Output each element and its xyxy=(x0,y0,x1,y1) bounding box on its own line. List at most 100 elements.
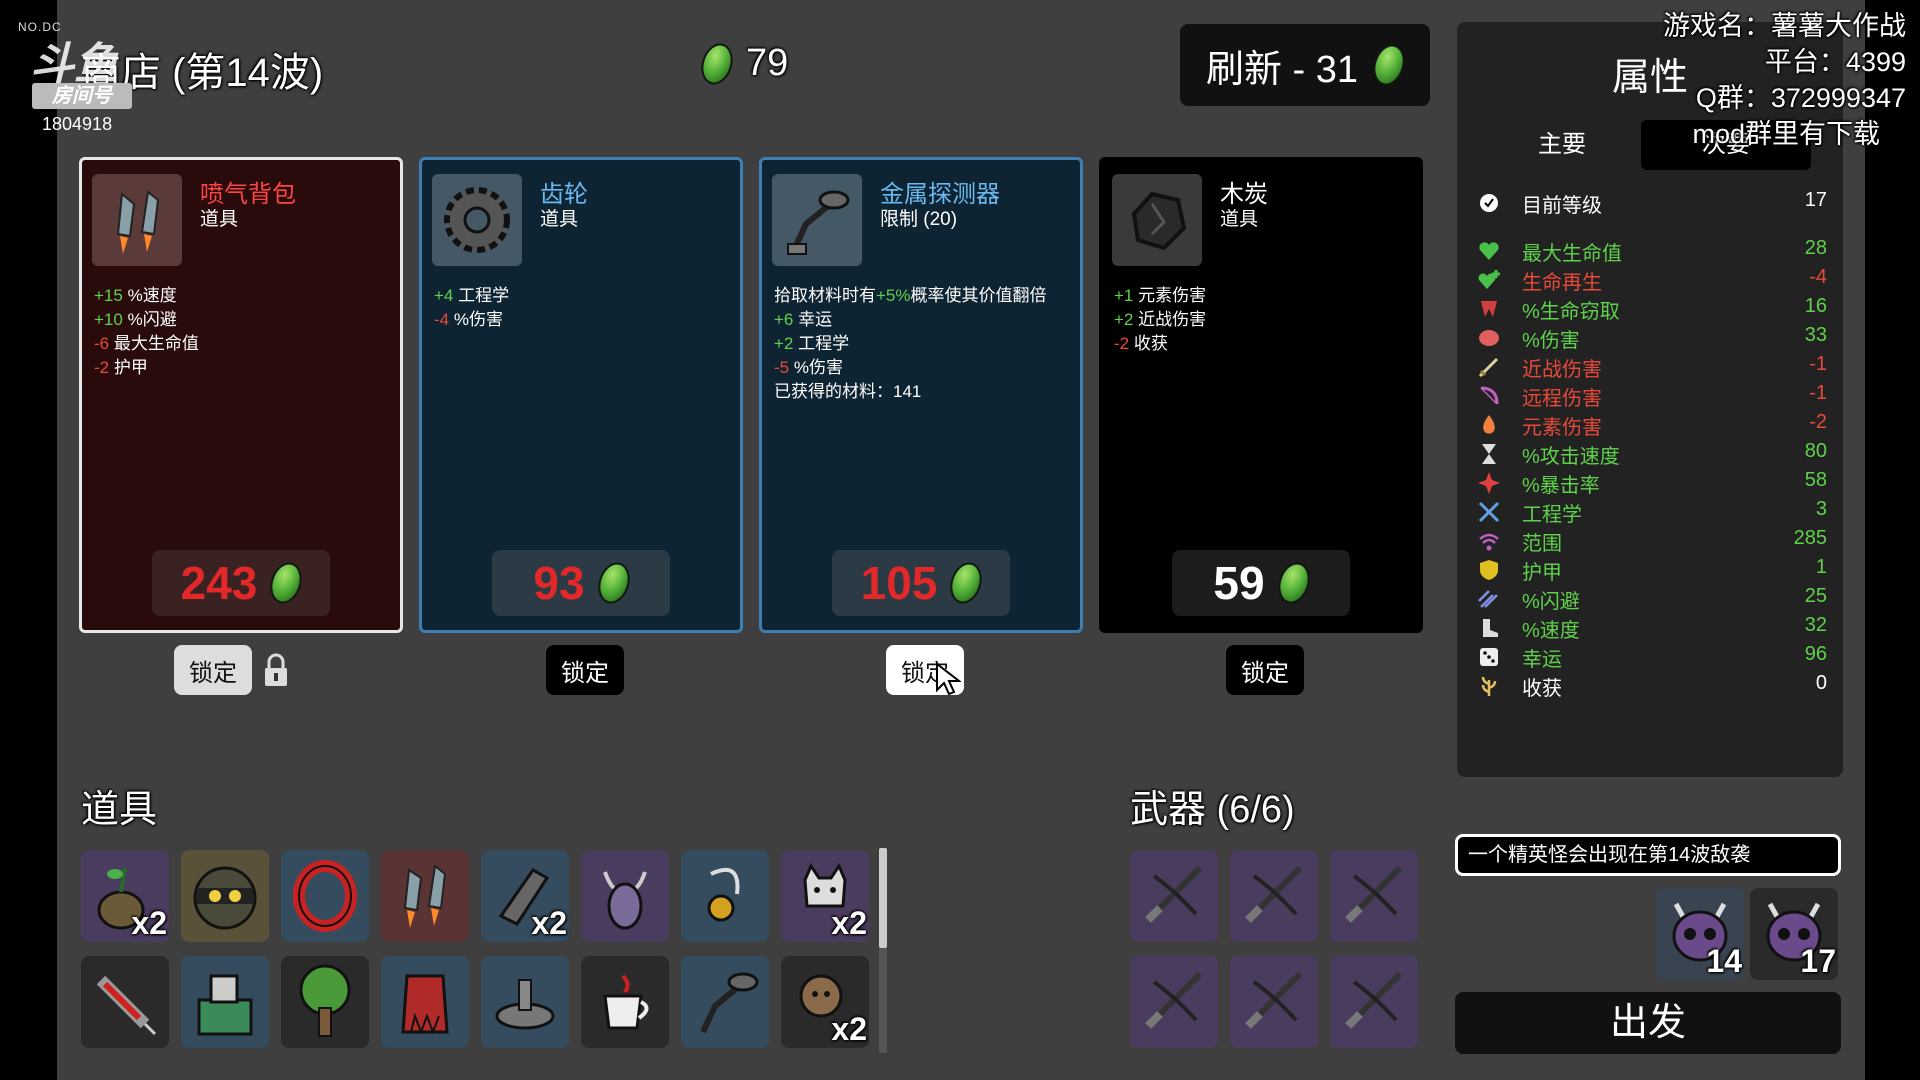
item-slot[interactable] xyxy=(581,850,669,942)
mouse-cursor-icon xyxy=(935,661,962,696)
crossbow-icon xyxy=(1245,971,1303,1029)
crit-icon xyxy=(1478,472,1500,494)
weapon-slot[interactable] xyxy=(1330,850,1418,942)
dodge-icon xyxy=(1478,590,1498,608)
stat-row-level: 目前等级 17 xyxy=(1477,189,1827,217)
tree-icon xyxy=(299,964,351,1037)
elite-wave-number: 17 xyxy=(1800,943,1836,979)
lock-button-1[interactable]: 锁定 xyxy=(174,645,252,695)
item-price: 243 xyxy=(180,557,258,609)
stat-line: +1 元素伤害 xyxy=(1114,286,1207,305)
hourglass-icon xyxy=(1482,444,1496,464)
weapon-slot[interactable] xyxy=(1230,850,1318,942)
items-scrollbar-track[interactable] xyxy=(879,948,887,1053)
stat-row: %攻击速度 80 xyxy=(1477,440,1827,468)
crossbow-icon xyxy=(1245,865,1303,923)
boot-icon xyxy=(1483,619,1498,637)
stat-row: 元素伤害 -2 xyxy=(1477,411,1827,439)
material-icon xyxy=(265,558,308,608)
stat-line: +4 工程学 xyxy=(434,286,510,305)
crossbow-icon xyxy=(1145,865,1203,923)
item-quantity: x2 xyxy=(831,905,867,941)
wheat-icon xyxy=(1481,676,1497,696)
weapons-section-title: 武器 (6/6) xyxy=(1130,789,1295,831)
metal-detector-icon xyxy=(772,174,862,266)
stat-line: +2 工程学 xyxy=(774,334,850,353)
room-number: 1804918 xyxy=(42,114,113,134)
stat-line: +2 近战伤害 xyxy=(1114,310,1207,329)
item-slot[interactable] xyxy=(681,956,769,1048)
material-icon xyxy=(1272,558,1315,608)
item-slot[interactable] xyxy=(281,956,369,1048)
reroll-button[interactable]: 刷新 - 31 xyxy=(1180,24,1430,106)
ninja-head-icon xyxy=(193,866,257,930)
lock-button-4[interactable]: 锁定 xyxy=(1226,645,1304,695)
stat-line: -2 收获 xyxy=(1114,334,1168,353)
item-slot[interactable] xyxy=(381,850,469,942)
stat-line: -4 %伤害 xyxy=(434,310,503,329)
shop-card-4[interactable]: 木炭 道具 +1 元素伤害 +2 近战伤害 -2 收获 59 xyxy=(1099,157,1423,633)
bow-icon xyxy=(1480,386,1499,405)
item-type: 道具 xyxy=(540,209,579,230)
game-name-text: 游戏名：薯薯大作战 xyxy=(1663,11,1906,41)
item-quantity: x2 xyxy=(131,905,167,941)
crossbow-icon xyxy=(1145,971,1203,1029)
horned-beast-icon xyxy=(603,871,647,930)
stat-line: +10 %闪避 xyxy=(94,310,177,329)
shop-card-3[interactable]: 金属探测器 限制 (20) 拾取材料时有+5%概率使其价值翻倍 +6 幸运 +2… xyxy=(759,157,1083,633)
item-slot[interactable]: x2 xyxy=(781,956,869,1048)
go-button[interactable]: 出发 xyxy=(1455,992,1841,1054)
item-slot[interactable] xyxy=(581,956,669,1048)
item-slot[interactable] xyxy=(481,956,569,1048)
muscle-icon xyxy=(1479,330,1499,346)
stat-row: 范围 285 xyxy=(1477,527,1827,555)
item-slot[interactable] xyxy=(81,956,169,1048)
price-tag: 93 xyxy=(492,550,670,616)
stat-row: %伤害 33 xyxy=(1477,324,1827,352)
item-slot[interactable]: x2 xyxy=(481,850,569,942)
weapon-slot[interactable] xyxy=(1130,850,1218,942)
stat-row: 幸运 96 xyxy=(1477,643,1827,671)
lock-icon xyxy=(263,652,289,688)
material-icon xyxy=(592,558,635,608)
weapon-slot[interactable] xyxy=(1230,956,1318,1048)
items-scrollbar[interactable] xyxy=(879,848,887,948)
items-section-title: 道具 xyxy=(81,789,158,831)
item-quantity: x2 xyxy=(831,1011,867,1047)
item-price: 59 xyxy=(1213,557,1265,609)
item-slot[interactable] xyxy=(181,850,269,942)
weapon-slot[interactable] xyxy=(1130,956,1218,1048)
crossbow-icon xyxy=(1345,865,1403,923)
sword-icon xyxy=(1478,357,1499,378)
material-icon xyxy=(945,558,988,608)
price-tag: 105 xyxy=(832,550,1010,616)
stat-line: +6 幸运 xyxy=(774,310,833,329)
stat-row: %生命窃取 16 xyxy=(1477,295,1827,323)
item-slot[interactable] xyxy=(381,956,469,1048)
stat-row: 近战伤害 -1 xyxy=(1477,353,1827,381)
item-price: 93 xyxy=(533,557,585,609)
item-stats: +1 元素伤害 +2 近战伤害 -2 收获 xyxy=(1114,284,1206,356)
item-slot[interactable]: x2 xyxy=(81,850,169,942)
material-icon xyxy=(696,38,738,89)
tab-primary[interactable]: 主要 xyxy=(1477,120,1647,170)
item-slot[interactable] xyxy=(681,850,769,942)
flame-icon xyxy=(1483,415,1495,434)
fang-icon xyxy=(1481,301,1497,317)
item-price: 105 xyxy=(860,557,938,609)
shop-card-2[interactable]: 齿轮 道具 +4 工程学 -4 %伤害 93 xyxy=(419,157,743,633)
price-tag: 59 xyxy=(1172,550,1350,616)
item-slot[interactable] xyxy=(181,956,269,1048)
red-ring-icon xyxy=(293,860,357,932)
lock-button-2[interactable]: 锁定 xyxy=(546,645,624,695)
item-slot[interactable]: x2 xyxy=(781,850,869,942)
weapon-slot[interactable] xyxy=(1330,956,1418,1048)
item-type: 道具 xyxy=(200,209,239,230)
item-stats: +15 %速度 +10 %闪避 -6 最大生命值 -2 护甲 xyxy=(94,284,199,380)
item-description: 拾取材料时有+5%概率使其价值翻倍 xyxy=(774,286,1047,305)
shop-card-1[interactable]: 喷气背包 道具 +15 %速度 +10 %闪避 -6 最大生命值 -2 护甲 2… xyxy=(79,157,403,633)
platform-text: 平台：4399 xyxy=(1764,47,1906,77)
stat-line: -6 最大生命值 xyxy=(94,334,199,353)
red-cape-icon xyxy=(401,974,449,1035)
item-slot[interactable] xyxy=(281,850,369,942)
